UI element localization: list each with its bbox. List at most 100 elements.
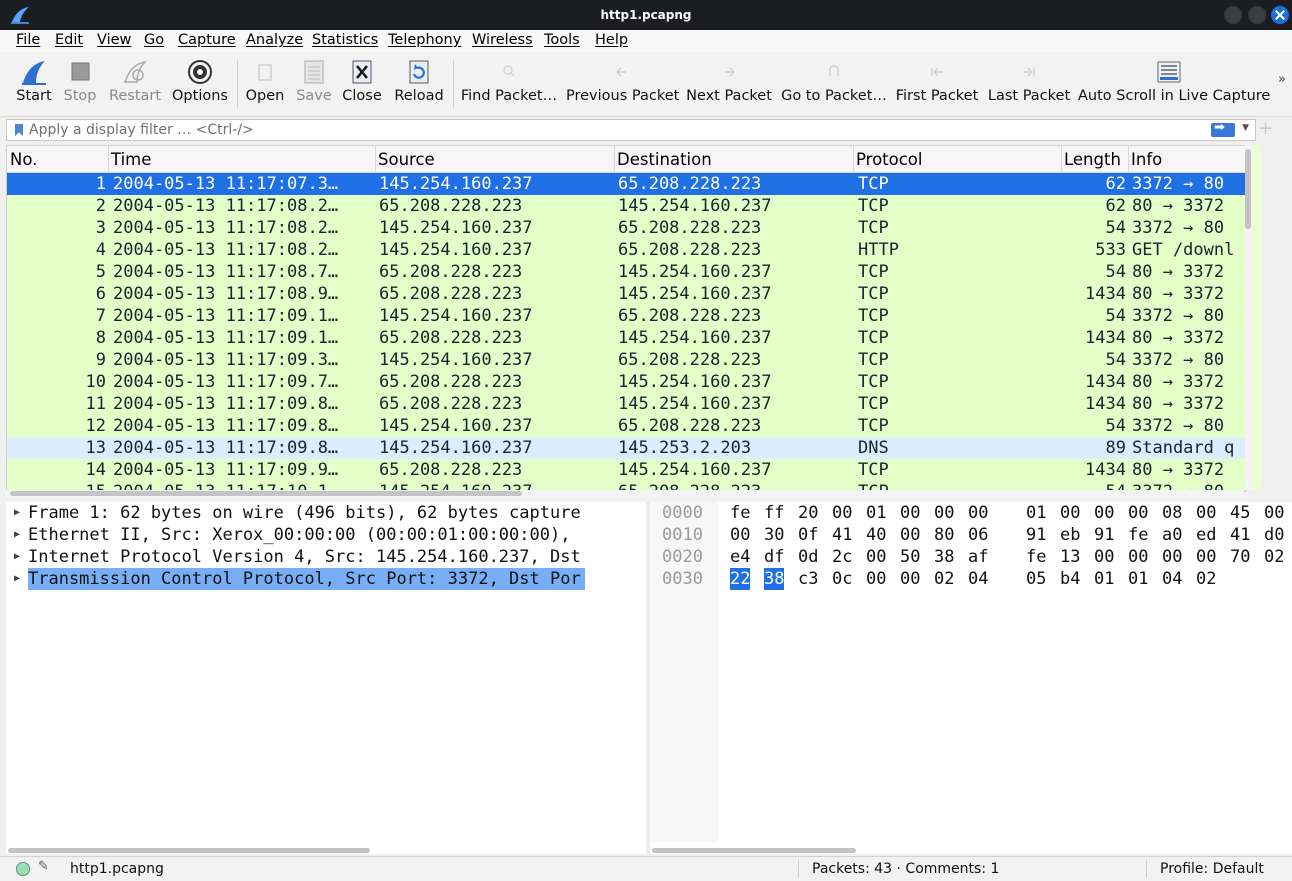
- hex-byte[interactable]: df: [764, 546, 784, 568]
- hex-byte[interactable]: 00: [1094, 546, 1114, 568]
- menu-analyze[interactable]: Analyze: [246, 32, 303, 48]
- hex-byte[interactable]: 00: [1196, 546, 1216, 568]
- display-filter-input[interactable]: [29, 120, 1199, 140]
- restart-capture-button[interactable]: Restart: [106, 52, 164, 114]
- hex-byte[interactable]: 00: [1094, 502, 1114, 524]
- menu-tools[interactable]: Tools: [544, 32, 580, 48]
- stop-capture-button[interactable]: Stop: [60, 52, 100, 114]
- first-packet-button[interactable]: First Packet: [894, 52, 980, 114]
- hex-byte[interactable]: 38: [934, 546, 954, 568]
- minimize-button[interactable]: [1224, 6, 1242, 24]
- reload-file-button[interactable]: Reload: [392, 52, 446, 114]
- scroll-thumb[interactable]: [1245, 149, 1251, 229]
- hex-byte[interactable]: 01: [1026, 502, 1046, 524]
- hex-byte[interactable]: 00: [730, 524, 750, 546]
- hex-byte[interactable]: ed: [1196, 524, 1216, 546]
- column-source[interactable]: Source: [378, 150, 435, 169]
- hex-byte[interactable]: 41: [1230, 524, 1250, 546]
- column-protocol[interactable]: Protocol: [856, 150, 923, 169]
- hex-byte[interactable]: c3: [798, 568, 818, 590]
- status-profile[interactable]: Profile: Default: [1160, 861, 1264, 877]
- menu-help[interactable]: Help: [595, 32, 628, 48]
- hex-byte[interactable]: 04: [968, 568, 988, 590]
- close-window-button[interactable]: [1271, 6, 1289, 24]
- hex-byte[interactable]: 00: [866, 568, 886, 590]
- hex-byte[interactable]: 00: [934, 502, 954, 524]
- expert-info-icon[interactable]: [16, 862, 30, 876]
- table-row[interactable]: 11 2004-05-13 11:17:09.8… 65.208.228.223 14…: [7, 393, 1245, 415]
- hex-byte[interactable]: fe: [730, 502, 750, 524]
- hex-byte[interactable]: fe: [1026, 546, 1046, 568]
- table-row[interactable]: 7 2004-05-13 11:17:09.1… 145.254.160.237 65…: [7, 305, 1245, 327]
- hex-byte[interactable]: ff: [764, 502, 784, 524]
- hex-byte[interactable]: 30: [764, 524, 784, 546]
- toolbar-overflow-button[interactable]: »: [1278, 72, 1286, 87]
- table-row[interactable]: 9 2004-05-13 11:17:09.3… 145.254.160.237 65…: [7, 349, 1245, 371]
- hex-byte[interactable]: 00: [900, 568, 920, 590]
- scroll-thumb[interactable]: [652, 848, 856, 853]
- hex-byte[interactable]: 02: [934, 568, 954, 590]
- hex-byte[interactable]: 02: [1196, 568, 1216, 590]
- table-row[interactable]: 5 2004-05-13 11:17:08.7… 65.208.228.223 145…: [7, 261, 1245, 283]
- capture-options-button[interactable]: Options: [170, 52, 230, 114]
- packet-list-horizontal-scrollbar[interactable]: [6, 490, 1244, 498]
- maximize-button[interactable]: [1248, 6, 1266, 24]
- hex-byte[interactable]: 0c: [832, 568, 852, 590]
- details-row-frame[interactable]: ▶ Frame 1: 62 bytes on wire (496 bits), …: [6, 502, 646, 524]
- hex-byte[interactable]: 38: [764, 568, 785, 590]
- hex-byte[interactable]: 00: [968, 502, 988, 524]
- hex-byte[interactable]: a0: [1162, 524, 1182, 546]
- menu-statistics[interactable]: Statistics: [312, 32, 378, 48]
- expand-arrow-icon[interactable]: ▶: [14, 524, 20, 546]
- hex-byte[interactable]: 80: [934, 524, 954, 546]
- chevron-down-icon[interactable]: ▼: [1242, 123, 1249, 133]
- column-no[interactable]: No.: [10, 150, 37, 169]
- hex-byte[interactable]: 00: [1060, 502, 1080, 524]
- find-packet-button[interactable]: Find Packet…: [460, 52, 558, 114]
- hex-byte[interactable]: b4: [1060, 568, 1080, 590]
- table-row[interactable]: 2 2004-05-13 11:17:08.2… 65.208.228.223 145…: [7, 195, 1245, 217]
- hex-byte[interactable]: fe: [1128, 524, 1148, 546]
- details-row-ethernet[interactable]: ▶ Ethernet II, Src: Xerox_00:00:00 (00:0…: [6, 524, 646, 546]
- packet-minimap[interactable]: [1253, 145, 1261, 490]
- hex-byte[interactable]: 00: [1128, 546, 1148, 568]
- hex-byte[interactable]: 02: [1264, 546, 1284, 568]
- hex-byte[interactable]: 00: [832, 502, 852, 524]
- bytes-horizontal-scrollbar[interactable]: [650, 846, 1292, 854]
- details-row-ipv4[interactable]: ▶ Internet Protocol Version 4, Src: 145.…: [6, 546, 646, 568]
- add-filter-button[interactable]: +: [1258, 118, 1273, 139]
- hex-byte[interactable]: 0f: [798, 524, 818, 546]
- table-row[interactable]: 4 2004-05-13 11:17:08.2… 145.254.160.237 65…: [7, 239, 1245, 261]
- table-row[interactable]: 6 2004-05-13 11:17:08.9… 65.208.228.223 145…: [7, 283, 1245, 305]
- column-destination[interactable]: Destination: [617, 150, 712, 169]
- column-time[interactable]: Time: [111, 150, 151, 169]
- next-packet-button[interactable]: Next Packet: [686, 52, 772, 114]
- apply-filter-button[interactable]: [1211, 120, 1235, 137]
- close-file-button[interactable]: Close: [340, 52, 384, 114]
- column-length[interactable]: Length: [1064, 150, 1121, 169]
- hex-byte[interactable]: e4: [730, 546, 750, 568]
- table-row[interactable]: 1 2004-05-13 11:17:07.3… 145.254.160.237 65…: [7, 173, 1245, 195]
- table-row[interactable]: 13 2004-05-13 11:17:09.8… 145.254.160.237 1…: [7, 437, 1245, 459]
- details-horizontal-scrollbar[interactable]: [6, 846, 646, 854]
- table-row[interactable]: 8 2004-05-13 11:17:09.1… 65.208.228.223 145…: [7, 327, 1245, 349]
- hex-byte[interactable]: 01: [866, 502, 886, 524]
- hex-byte[interactable]: 01: [1094, 568, 1114, 590]
- table-row[interactable]: 3 2004-05-13 11:17:08.2… 145.254.160.237 65…: [7, 217, 1245, 239]
- column-info[interactable]: Info: [1131, 150, 1162, 169]
- hex-byte[interactable]: 0d: [798, 546, 818, 568]
- hex-byte[interactable]: 04: [1162, 568, 1182, 590]
- hex-byte[interactable]: 00: [1196, 502, 1216, 524]
- hex-byte[interactable]: 91: [1094, 524, 1114, 546]
- open-file-button[interactable]: Open: [244, 52, 286, 114]
- hex-byte[interactable]: 40: [866, 524, 886, 546]
- menu-edit[interactable]: Edit: [55, 32, 83, 48]
- expand-arrow-icon[interactable]: ▶: [14, 546, 20, 568]
- menu-telephony[interactable]: Telephony: [388, 32, 461, 48]
- menu-go[interactable]: Go: [144, 32, 164, 48]
- hex-byte[interactable]: 00: [900, 502, 920, 524]
- hex-byte[interactable]: 06: [968, 524, 988, 546]
- hex-byte[interactable]: 2c: [832, 546, 852, 568]
- hex-byte[interactable]: 45: [1230, 502, 1250, 524]
- expand-arrow-icon[interactable]: ▶: [14, 568, 20, 590]
